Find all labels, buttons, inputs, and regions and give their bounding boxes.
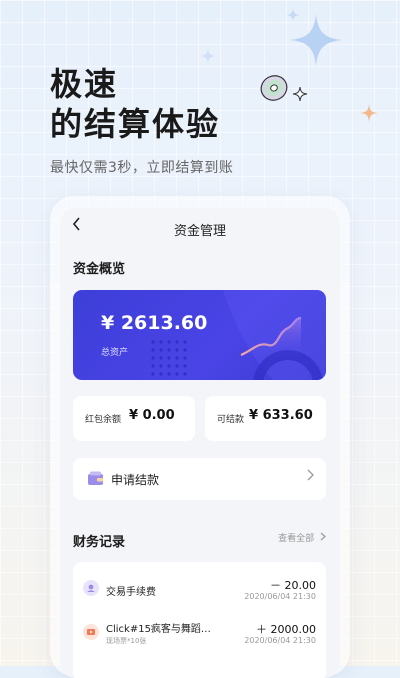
sparkle-small-icon — [286, 8, 300, 22]
red-packet-label: 红包余额 — [85, 415, 122, 425]
promo-headline: 极速 的结算体验 — [50, 64, 220, 144]
finance-records-list: 交易手续费 － 20.00 2020/06/04 21:30 Click#15疯… — [73, 562, 326, 678]
sparkle-outline-icon — [292, 86, 308, 102]
card-decoration — [151, 290, 326, 380]
record-date: 2020/06/04 21:30 — [244, 592, 316, 601]
headline-line-1: 极速 — [50, 65, 119, 103]
fee-icon — [83, 580, 99, 596]
sparkle-small-icon — [200, 48, 216, 64]
red-packet-balance-card: 红包余额 ¥ 0.00 — [73, 396, 195, 441]
app-screen: 资金管理 资金概览 ¥ 2613.60 总资产 红包余额 ¥ 0.00 可结款 … — [60, 208, 340, 678]
chevron-right-icon — [307, 469, 314, 485]
total-assets-label: 总资产 — [101, 348, 129, 358]
balance-card: ¥ 2613.60 总资产 — [73, 290, 326, 380]
record-amount: ＋ 2000.00 — [256, 623, 316, 636]
list-item[interactable]: 交易手续费 － 20.00 2020/06/04 21:30 — [73, 568, 326, 612]
record-subtitle: 现场票*10张 — [106, 637, 147, 645]
view-all-label: 查看全部 — [278, 534, 315, 544]
records-title: 财务记录 — [73, 535, 126, 550]
headline-line-2: 的结算体验 — [50, 105, 221, 143]
chevron-right-icon — [320, 532, 326, 541]
sparkle-orange-icon — [360, 104, 378, 122]
apply-settlement-button[interactable]: 申请结款 — [73, 458, 326, 500]
red-packet-value: ¥ 0.00 — [129, 408, 175, 423]
view-all-link[interactable]: 查看全部 — [278, 531, 326, 544]
record-date: 2020/06/04 21:30 — [244, 636, 316, 645]
list-item[interactable]: Click#15疯客与舞蹈… 现场票*10张 ＋ 2000.00 2020/06… — [73, 612, 326, 656]
settleable-label: 可结款 — [217, 415, 245, 425]
record-amount: － 20.00 — [270, 579, 316, 592]
nav-bar: 资金管理 — [60, 208, 340, 248]
record-name: Click#15疯客与舞蹈… — [106, 624, 211, 635]
wallet-icon — [88, 471, 103, 485]
settleable-value: ¥ 633.60 — [249, 408, 313, 423]
overview-title: 资金概览 — [73, 262, 126, 277]
page-title: 资金管理 — [173, 224, 226, 239]
total-assets-amount: ¥ 2613.60 — [101, 312, 208, 334]
settleable-card: 可结款 ¥ 633.60 — [205, 396, 326, 441]
promo-subtitle: 最快仅需3秒，立即结算到账 — [50, 160, 234, 176]
disc-icon — [260, 75, 288, 101]
ticket-icon — [83, 624, 99, 640]
record-name: 交易手续费 — [106, 587, 156, 598]
apply-settlement-label: 申请结款 — [111, 473, 160, 487]
